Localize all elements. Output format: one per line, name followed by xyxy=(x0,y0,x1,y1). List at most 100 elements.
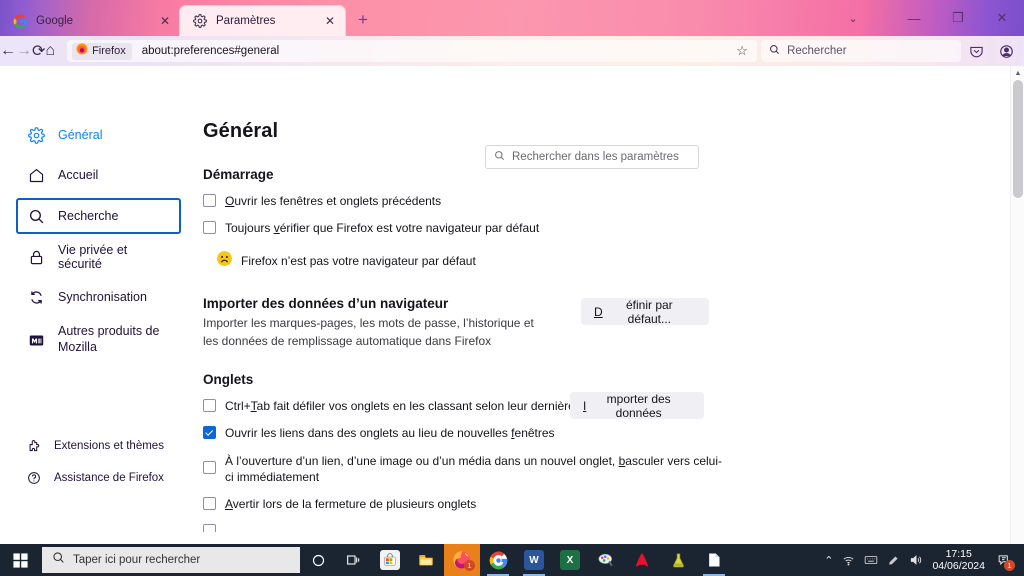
clock-date: 04/06/2024 xyxy=(932,560,985,572)
sidebar-item-synchronisation[interactable]: Synchronisation xyxy=(18,280,181,314)
pocket-icon[interactable] xyxy=(961,38,991,64)
taskbar-button-task-view[interactable] xyxy=(336,544,372,576)
checkbox-switch-to-new-tab[interactable] xyxy=(203,460,216,474)
sidebar-item-vie-privee-et-securite[interactable]: Vie privée et sécurité xyxy=(18,240,181,274)
taskbar-search-input[interactable]: Taper ici pour rechercher xyxy=(42,547,300,573)
bookmark-star-icon[interactable]: ☆ xyxy=(731,43,753,59)
checkbox-row-restore-session[interactable]: Ouvrir les fenêtres et onglets précédent… xyxy=(203,193,1010,209)
sidebar-item-accueil[interactable]: Accueil xyxy=(18,158,181,192)
sidebar-footer: Extensions et thèmes Assistance de Firef… xyxy=(0,432,195,496)
checkbox-row-partially-visible[interactable] xyxy=(203,523,1010,533)
checkbox-always-check-default[interactable] xyxy=(203,221,216,235)
keyboard-icon[interactable] xyxy=(864,554,878,566)
import-description: Importer les marques-pages, les mots de … xyxy=(203,316,534,348)
tab-title: Google xyxy=(36,15,74,27)
sidebar-item-autres-produits-de-mozilla[interactable]: Autres produits de Mozilla xyxy=(18,320,181,360)
close-window-button[interactable]: ✕ xyxy=(980,2,1024,34)
sidebar-item-assistance-de-firefox[interactable]: Assistance de Firefox xyxy=(26,464,181,492)
start-icon[interactable] xyxy=(0,544,40,576)
new-tab-button[interactable]: + xyxy=(351,8,375,32)
sidebar-item-label: Autres produits de Mozilla xyxy=(58,324,160,354)
flask-icon xyxy=(668,550,688,570)
account-icon[interactable] xyxy=(991,38,1021,64)
section-heading-demarrage: Démarrage xyxy=(203,167,274,182)
system-tray: ⌃ 17:15 04/06/2024 1 xyxy=(824,548,1024,572)
set-default-button[interactable]: Définir par défaut... xyxy=(581,298,709,326)
address-bar[interactable]: Firefox about:preferences#general ☆ xyxy=(67,40,758,62)
taskbar-button-microsoft-word[interactable]: W xyxy=(516,544,552,576)
paint-icon xyxy=(596,550,616,570)
import-data-button[interactable]: Importer des données xyxy=(570,392,704,420)
checkbox-row-warn-closing-tabs[interactable]: Avertir lors de la fermeture de plusieur… xyxy=(203,496,1010,512)
extensions-icon xyxy=(26,438,42,454)
mozilla-icon xyxy=(26,330,46,350)
navigation-toolbar: ← → ⟳ ⌂ Firefox about:preferences#genera… xyxy=(0,36,1024,66)
sidebar-item-label: Synchronisation xyxy=(58,290,147,304)
checkbox-warn-closing-tabs[interactable] xyxy=(203,496,216,510)
taskbar-search-placeholder: Taper ici pour rechercher xyxy=(73,554,201,566)
taskbar-button-microsoft-excel[interactable]: X xyxy=(552,544,588,576)
frowning-face-icon xyxy=(216,250,233,272)
sidebar-item-label: Général xyxy=(58,128,103,142)
checkbox-row-links-in-tabs[interactable]: Ouvrir les liens dans des onglets au lie… xyxy=(203,425,1010,441)
magnifier-icon xyxy=(26,206,46,226)
clock[interactable]: 17:15 04/06/2024 xyxy=(932,548,985,572)
browser-tab-parametres[interactable]: Paramètres ✕ xyxy=(180,6,345,36)
close-icon[interactable]: ✕ xyxy=(321,12,339,30)
chevron-up-icon[interactable]: ⌃ xyxy=(824,554,833,567)
reload-icon[interactable]: ⟳ xyxy=(32,38,45,64)
network-icon[interactable] xyxy=(842,554,855,567)
checkbox-label xyxy=(225,523,228,532)
default-browser-status: Firefox n’est pas votre navigateur par d… xyxy=(203,250,1010,272)
taskbar-button-firefox[interactable]: 1 xyxy=(444,544,480,576)
checkbox-label: À l’ouverture d’un lien, d’une image ou … xyxy=(225,453,722,484)
checkbox-label: Ctrl+Tab fait défiler vos onglets en les… xyxy=(225,399,629,414)
identity-chip[interactable]: Firefox xyxy=(72,42,132,60)
taskbar-button-paint[interactable] xyxy=(588,544,624,576)
lock-icon xyxy=(26,247,46,267)
taskbar-button-google-chrome[interactable] xyxy=(480,544,516,576)
windows-taskbar: Taper ici pour rechercher 1 W X ⌃ 17:15 … xyxy=(0,544,1024,576)
taskbar-button-flask-app[interactable] xyxy=(660,544,696,576)
pen-icon[interactable] xyxy=(887,554,900,567)
forward-icon[interactable]: → xyxy=(16,38,32,64)
maximize-button[interactable]: ❐ xyxy=(936,2,980,34)
checkbox-ctrl-tab[interactable] xyxy=(203,399,216,413)
taskbar-button-adobe-acrobat[interactable] xyxy=(624,544,660,576)
toolbar-search-box[interactable]: Rechercher xyxy=(761,40,962,62)
taskbar-button-microsoft-store[interactable] xyxy=(372,544,408,576)
toolbar-right-icons xyxy=(961,38,1024,64)
firefox-badge: 1 xyxy=(464,560,475,571)
taskbar-button-cortana[interactable] xyxy=(300,544,336,576)
sidebar-item-extensions-et-themes[interactable]: Extensions et thèmes xyxy=(26,432,181,460)
home-icon[interactable]: ⌂ xyxy=(45,38,55,64)
search-placeholder: Rechercher xyxy=(787,45,847,57)
notification-center-icon[interactable]: 1 xyxy=(994,549,1015,571)
checkbox-row-always-check-default[interactable]: Toujours vérifier que Firefox est votre … xyxy=(203,220,1010,236)
close-icon[interactable]: ✕ xyxy=(156,12,174,30)
vertical-scrollbar[interactable]: ▲ xyxy=(1010,66,1024,544)
back-icon[interactable]: ← xyxy=(0,38,16,64)
excel-icon: X xyxy=(560,550,580,570)
document-icon xyxy=(704,550,724,570)
checkbox-partially-visible[interactable] xyxy=(203,524,216,533)
checkbox-row-switch-to-new-tab[interactable]: À l’ouverture d’un lien, d’une image ou … xyxy=(203,453,1010,485)
taskbar-button-file-explorer[interactable] xyxy=(408,544,444,576)
checkbox-restore-session[interactable] xyxy=(203,194,216,207)
taskbar-button-document[interactable] xyxy=(696,544,732,576)
word-icon: W xyxy=(524,550,544,570)
checkbox-label: Ouvrir les fenêtres et onglets précédent… xyxy=(225,194,442,208)
scrollbar-thumb[interactable] xyxy=(1013,80,1023,198)
url-text: about:preferences#general xyxy=(141,45,280,57)
clock-time: 17:15 xyxy=(945,547,972,560)
checkbox-links-in-tabs[interactable] xyxy=(203,426,216,440)
minimize-button[interactable]: — xyxy=(892,2,936,34)
default-browser-status-text: Firefox n’est pas votre navigateur par d… xyxy=(241,254,476,269)
sidebar-item-general[interactable]: Général xyxy=(18,118,181,152)
scroll-up-arrow-icon[interactable]: ▲ xyxy=(1011,66,1024,80)
browser-tab-google[interactable]: Google ✕ xyxy=(0,6,180,36)
volume-icon[interactable] xyxy=(909,553,923,567)
page-title: Général xyxy=(203,120,279,142)
list-all-tabs-icon[interactable]: ⌄ xyxy=(838,2,868,34)
sidebar-item-recherche[interactable]: Recherche xyxy=(16,198,181,234)
